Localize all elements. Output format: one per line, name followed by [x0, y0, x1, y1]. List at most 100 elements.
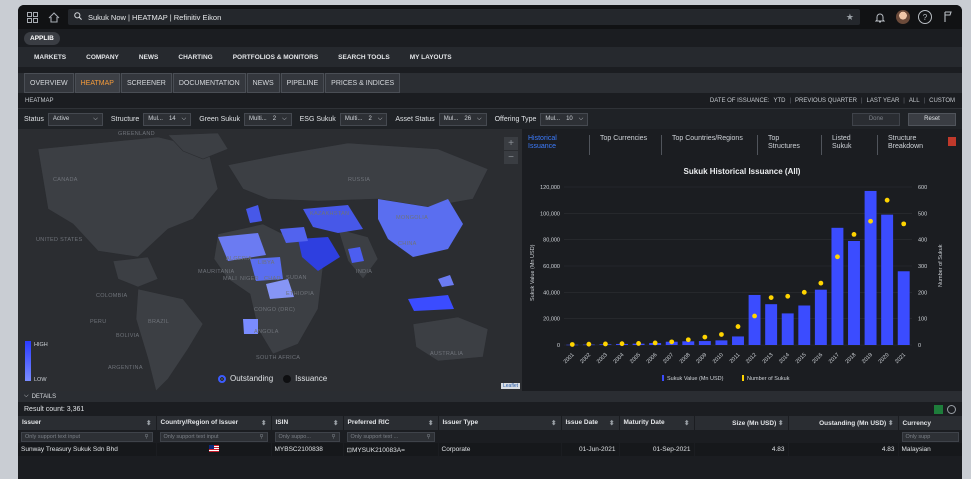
column-header-issuer-type[interactable]: Issuer Type ⬍: [438, 416, 562, 430]
menu-item-portfolios-monitors[interactable]: PORTFOLIOS & MONITORS: [233, 54, 318, 61]
sort-icon: ⬍: [609, 420, 615, 427]
ric-filter-input[interactable]: Only support text ... ⚲: [346, 431, 435, 442]
issuer-filter-input[interactable]: Only support text input ⚲: [21, 431, 153, 442]
leaflet-attribution[interactable]: Leaflet: [500, 383, 520, 389]
date-filter-label: DATE OF ISSUANCE:: [709, 97, 770, 104]
filter-label: ESG Sukuk: [299, 115, 336, 123]
y-tick-label-right: 500: [918, 211, 927, 217]
pdf-export-icon[interactable]: [948, 137, 956, 146]
menu-item-search-tools[interactable]: SEARCH TOOLS: [338, 54, 390, 61]
chart-panel: Historical Issuance Top Currencies Top C…: [522, 129, 962, 391]
tab-screener[interactable]: SCREENER: [120, 73, 172, 93]
tab-documentation[interactable]: DOCUMENTATION: [172, 73, 246, 93]
bar: [732, 336, 744, 345]
menu-item-company[interactable]: COMPANY: [86, 54, 119, 61]
reset-button[interactable]: Reset: [908, 112, 956, 126]
column-header-country[interactable]: Country/Region of Issuer ⬍: [156, 416, 272, 430]
radio-outstanding[interactable]: Outstanding: [218, 374, 273, 383]
status-select[interactable]: Active ⌵: [47, 112, 103, 126]
page-tabs: OVERVIEW HEATMAP SCREENER DOCUMENTATION …: [18, 73, 962, 93]
map-zoom-controls: + −: [504, 137, 518, 165]
excel-export-icon[interactable]: [934, 404, 943, 414]
date-option-all[interactable]: ALL: [909, 98, 920, 104]
column-header-maturity-date[interactable]: Maturity Date ⬍: [619, 416, 695, 430]
map-label: CHAD: [264, 276, 281, 282]
zoom-in-button[interactable]: +: [504, 137, 518, 151]
apps-grid-icon[interactable]: [24, 9, 40, 25]
table-row[interactable]: Sunway Treasury Sukuk Sdn Bhd MYBSC21008…: [18, 443, 962, 456]
address-bar[interactable]: Sukuk Now | HEATMAP | Refinitiv Eikon ★: [68, 9, 860, 25]
tab-prices-indices[interactable]: PRICES & INDICES: [325, 73, 401, 93]
x-tick-label: 2007: [662, 352, 675, 365]
filter-label: Structure: [110, 115, 140, 123]
sort-icon: ⬍: [261, 420, 267, 427]
map-label: INDIA: [356, 269, 373, 275]
gear-icon[interactable]: [947, 404, 956, 414]
search-icon: ⚲: [331, 433, 336, 440]
country-filter-input[interactable]: Only support text input ⚲: [159, 431, 268, 442]
home-icon[interactable]: [46, 9, 62, 25]
currency-filter-input[interactable]: Only supp: [901, 431, 959, 442]
column-header-issuer[interactable]: Issuer ⬍: [18, 416, 157, 430]
column-header-ric[interactable]: Preferred RIC ⬍: [343, 416, 439, 430]
menu-item-my-layouts[interactable]: MY LAYOUTS: [410, 54, 452, 61]
column-header-issue-date[interactable]: Issue Date ⬍: [561, 416, 620, 430]
done-button[interactable]: Done: [852, 112, 900, 126]
filter-bar: Status Active ⌵ Structure Mul... 14 ⌵ Green…: [18, 109, 962, 129]
sort-icon: ⬍: [888, 420, 894, 427]
structure-select[interactable]: Mul... 14 ⌵: [143, 112, 192, 126]
radio-issuance[interactable]: Issuance: [283, 374, 327, 383]
favorite-star-icon[interactable]: ★: [846, 12, 854, 23]
tab-news[interactable]: NEWS: [246, 73, 280, 93]
ric-cell[interactable]: ⊡MYSUK210083A=: [343, 443, 439, 456]
menu-item-markets[interactable]: MARKETS: [34, 54, 66, 61]
x-tick-label: 2011: [729, 352, 742, 365]
column-header-size[interactable]: Size (Mn USD) ⬍: [694, 416, 789, 430]
bell-icon[interactable]: [872, 9, 888, 25]
filter-label: Offering Type: [494, 115, 537, 123]
y-tick-label-right: 300: [918, 264, 927, 270]
date-option-last-year[interactable]: LAST YEAR: [867, 98, 900, 104]
zoom-out-button[interactable]: −: [504, 151, 518, 165]
y-tick-label-left: 0: [557, 343, 560, 349]
menu-item-news[interactable]: NEWS: [139, 54, 159, 61]
settings-icon[interactable]: [940, 9, 956, 25]
bar: [831, 227, 844, 345]
issuer-link[interactable]: Sunway Treasury Sukuk Sdn Bhd: [18, 443, 157, 456]
asset-status-select[interactable]: Mul... 26 ⌵: [438, 112, 487, 126]
help-icon[interactable]: ?: [918, 10, 932, 24]
filter-structure: Structure Mul... 14 ⌵: [110, 112, 192, 126]
map-label: UNITED STATES: [36, 237, 83, 243]
column-header-currency[interactable]: Currency: [898, 416, 962, 430]
details-label: DETAILS: [31, 393, 57, 400]
bar: [897, 271, 910, 345]
legend-high-label: HIGH: [34, 342, 48, 348]
date-option-custom[interactable]: CUSTOM: [929, 98, 955, 104]
isin-filter-input[interactable]: Only suppo... ⚲: [274, 431, 340, 442]
world-heatmap[interactable]: + − GREENLAND CANADA RUSSIA UNITED STATE…: [18, 129, 522, 391]
map-label: PERU: [90, 319, 107, 325]
avatar[interactable]: [896, 10, 910, 24]
size-cell: 4.83: [694, 443, 789, 456]
bar: [881, 214, 894, 345]
tab-heatmap[interactable]: HEATMAP: [74, 73, 120, 93]
legend-low-label: LOW: [34, 377, 47, 383]
scatter-point: [636, 341, 641, 346]
offering-type-select[interactable]: Mul... 10 ⌵: [540, 112, 589, 126]
applib-chip[interactable]: APPLIB: [24, 31, 60, 45]
menu-item-charting[interactable]: CHARTING: [178, 54, 212, 61]
green-sukuk-select[interactable]: Multi... 2 ⌵: [244, 112, 292, 126]
tab-pipeline[interactable]: PIPELINE: [280, 73, 325, 93]
map-label: MALI: [223, 276, 238, 282]
bar: [765, 304, 778, 345]
column-header-isin[interactable]: ISIN ⬍: [271, 416, 344, 430]
date-option-previous-quarter[interactable]: PREVIOUS QUARTER: [795, 98, 857, 104]
esg-sukuk-select[interactable]: Multi... 2 ⌵: [339, 112, 388, 126]
date-option-ytd[interactable]: YTD: [773, 98, 785, 104]
details-header[interactable]: ⌵ DETAILS: [18, 391, 962, 402]
chevron-down-icon: ⌵: [477, 115, 482, 122]
filter-asset-status: Asset Status Mul... 26 ⌵: [395, 112, 487, 126]
tab-overview[interactable]: OVERVIEW: [24, 73, 74, 93]
filter-esg-sukuk: ESG Sukuk Multi... 2 ⌵: [299, 112, 388, 126]
column-header-outstanding[interactable]: Oustanding (Mn USD) ⬍: [788, 416, 899, 430]
